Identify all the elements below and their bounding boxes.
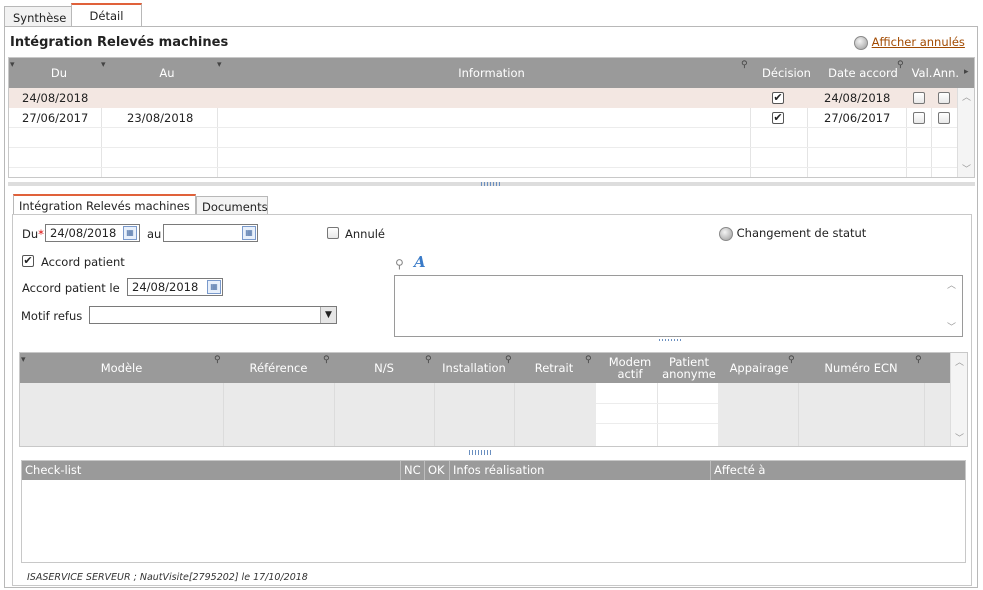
tab-integration[interactable]: Intégration Relevés machines xyxy=(13,194,196,214)
scroll-down-icon[interactable]: ﹀ xyxy=(947,320,956,333)
search-icon[interactable]: ⚲ xyxy=(897,60,904,70)
tab-synthese[interactable]: Synthèse xyxy=(4,6,72,28)
calendar-icon[interactable]: ▦ xyxy=(123,226,137,240)
scroll-up-icon[interactable]: ︿ xyxy=(947,278,956,291)
accord-patient-label: Accord patient xyxy=(41,255,125,269)
grid-materiel: ▾ Modèle ⚲ Référence ⚲ N/S ⚲ Installatio… xyxy=(19,352,968,447)
scroll-up-icon[interactable]: ︿ xyxy=(962,90,971,103)
grid-releves: ▾ Du ▾ Au ▾ Information ⚲ Décision Date … xyxy=(8,57,975,178)
col-nc[interactable]: NC xyxy=(404,461,421,480)
ann-checkbox[interactable] xyxy=(938,112,950,124)
textarea-resize-grip[interactable] xyxy=(659,339,683,341)
search-icon[interactable]: ⚲ xyxy=(915,355,922,365)
du-label: Du* xyxy=(22,227,44,241)
motif-refus-label: Motif refus xyxy=(21,309,83,323)
decision-checkbox[interactable] xyxy=(772,112,784,124)
au-label: au xyxy=(147,227,162,241)
radio-icon xyxy=(719,226,733,241)
tab-documents[interactable]: Documents xyxy=(196,196,268,214)
table-row[interactable]: 24/08/2018 24/08/2018 xyxy=(9,88,957,108)
col-affecte[interactable]: Affecté à xyxy=(714,461,765,480)
grid-releves-header: ▾ Du ▾ Au ▾ Information ⚲ Décision Date … xyxy=(9,58,974,88)
scroll-down-icon[interactable]: ﹀ xyxy=(962,162,971,175)
accord-patient-checkbox[interactable] xyxy=(22,255,34,267)
scroll-up-icon[interactable]: ︿ xyxy=(955,355,964,368)
col-checklist[interactable]: Check-list xyxy=(25,461,81,480)
col-ann[interactable]: Ann. xyxy=(931,58,961,88)
search-icon[interactable]: ⚲ xyxy=(323,355,330,365)
col-du[interactable]: Du xyxy=(9,58,109,88)
search-icon[interactable]: ⚲ xyxy=(505,355,512,365)
search-icon[interactable]: ⚲ xyxy=(788,355,795,365)
cell-du: 24/08/2018 xyxy=(22,91,89,105)
page-title: Intégration Relevés machines xyxy=(10,35,229,50)
decision-checkbox[interactable] xyxy=(772,92,784,104)
pin-icon: ▾ xyxy=(217,60,222,70)
changement-statut-control[interactable]: Changement de statut xyxy=(719,226,866,241)
dropdown-arrow-icon[interactable]: ▼ xyxy=(320,307,336,323)
show-cancelled-control[interactable]: Afficher annulés xyxy=(854,35,965,50)
grid-checklist: Check-list NC OK Infos réalisation Affec… xyxy=(21,460,966,563)
annule-checkbox[interactable] xyxy=(327,227,339,239)
splitter-grip[interactable] xyxy=(469,450,491,455)
col-modele[interactable]: Modèle xyxy=(20,353,223,383)
radio-icon xyxy=(854,35,868,50)
col-au[interactable]: Au xyxy=(109,58,225,88)
splitter-grip[interactable] xyxy=(481,182,501,186)
text-format-icon[interactable]: A xyxy=(414,253,426,271)
val-checkbox[interactable] xyxy=(913,112,925,124)
show-cancelled-link[interactable]: Afficher annulés xyxy=(872,35,965,49)
col-decision[interactable]: Décision xyxy=(758,58,815,88)
col-retrait[interactable]: Retrait xyxy=(514,353,594,383)
ann-checkbox[interactable] xyxy=(938,92,950,104)
grid-checklist-header: Check-list NC OK Infos réalisation Affec… xyxy=(22,461,965,480)
accord-patient-le-label: Accord patient le xyxy=(22,281,120,295)
search-icon[interactable]: ⚲ xyxy=(585,355,592,365)
grid-materiel-header: ▾ Modèle ⚲ Référence ⚲ N/S ⚲ Installatio… xyxy=(20,353,950,383)
col-appairage[interactable]: Appairage xyxy=(720,353,798,383)
col-reference[interactable]: Référence xyxy=(223,353,334,383)
col-val[interactable]: Val. xyxy=(911,58,933,88)
search-icon[interactable]: ⚲ xyxy=(395,257,404,271)
col-ok[interactable]: OK xyxy=(428,461,445,480)
tab-detail[interactable]: Détail xyxy=(71,3,142,26)
search-icon[interactable]: ⚲ xyxy=(741,60,748,70)
col-infos-realisation[interactable]: Infos réalisation xyxy=(453,461,544,480)
cell-date-accord: 24/08/2018 xyxy=(824,91,891,105)
annule-label: Annulé xyxy=(345,227,386,241)
calendar-icon[interactable]: ▦ xyxy=(207,280,221,294)
grid-releves-scrollbar[interactable]: ︿ ﹀ xyxy=(957,88,974,177)
table-row[interactable]: 27/06/2017 23/08/2018 27/06/2017 xyxy=(9,108,957,128)
chevron-right-icon[interactable]: ▸ xyxy=(964,67,969,77)
changement-statut-label: Changement de statut xyxy=(736,226,867,240)
cell-du: 27/06/2017 xyxy=(22,111,89,125)
notes-textarea[interactable]: ︿ ﹀ xyxy=(394,275,963,337)
cell-date-accord: 27/06/2017 xyxy=(824,111,891,125)
col-modem-actif[interactable]: Modem actif xyxy=(602,353,658,383)
col-information[interactable]: Information xyxy=(225,58,758,88)
scroll-down-icon[interactable]: ﹀ xyxy=(955,431,964,444)
footer-info: ISASERVICE SERVEUR ; NautVisite[2795202]… xyxy=(27,572,308,583)
pin-icon: ▾ xyxy=(101,60,106,70)
val-checkbox[interactable] xyxy=(913,92,925,104)
motif-refus-select[interactable] xyxy=(89,306,337,324)
search-icon[interactable]: ⚲ xyxy=(425,355,432,365)
col-patient-anonyme[interactable]: Patient anonyme xyxy=(658,353,720,383)
col-ns[interactable]: N/S xyxy=(334,353,434,383)
grid-materiel-scrollbar[interactable]: ︿ ﹀ xyxy=(950,353,967,446)
cell-au: 23/08/2018 xyxy=(127,111,194,125)
col-numero-ecn[interactable]: Numéro ECN xyxy=(798,353,924,383)
search-icon[interactable]: ⚲ xyxy=(214,355,221,365)
col-installation[interactable]: Installation xyxy=(434,353,514,383)
calendar-icon[interactable]: ▦ xyxy=(242,226,256,240)
